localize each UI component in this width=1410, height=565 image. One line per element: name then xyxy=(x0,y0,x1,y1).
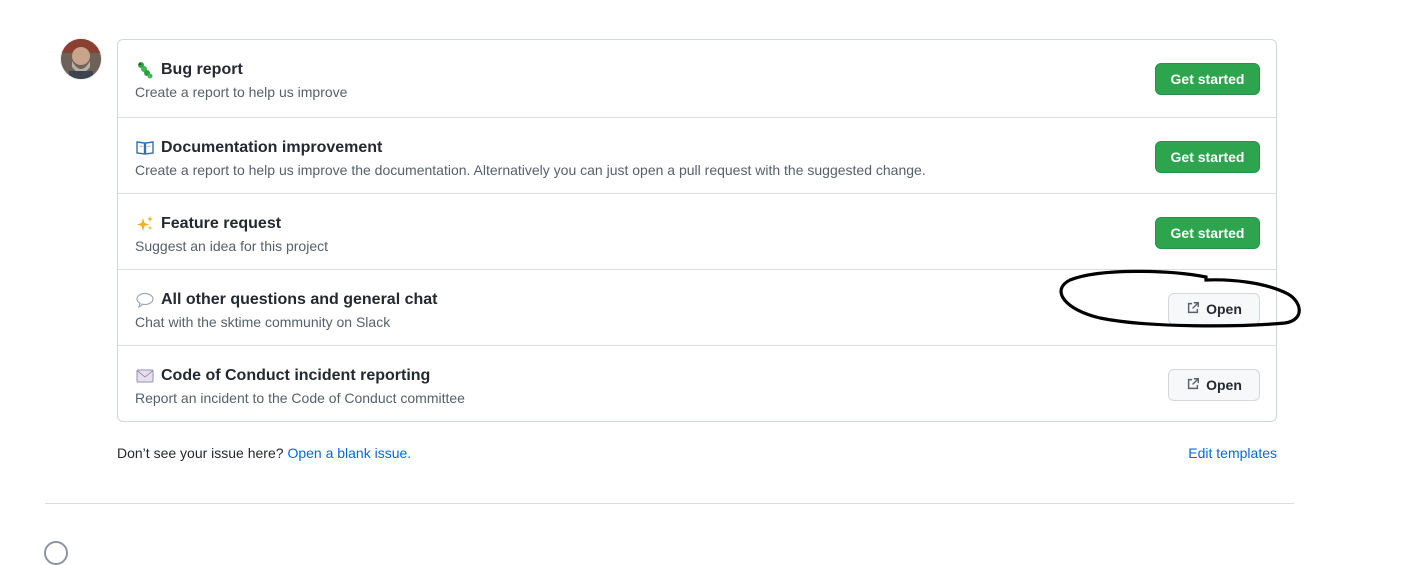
open-external-button[interactable]: Open xyxy=(1168,293,1260,325)
template-title: All other questions and general chat xyxy=(161,291,438,308)
open-button-label: Open xyxy=(1206,377,1242,393)
link-external-icon xyxy=(1186,377,1200,394)
template-title-wrap: Documentation improvement xyxy=(135,138,382,158)
user-avatar[interactable] xyxy=(61,39,101,79)
open-button-label: Open xyxy=(1206,301,1242,317)
issue-template-list: Bug report Create a report to help us im… xyxy=(117,39,1277,422)
edit-templates-link[interactable]: Edit templates xyxy=(1188,445,1277,461)
template-row-general-chat: All other questions and general chat Cha… xyxy=(118,269,1276,345)
template-description: Create a report to help us improve the d… xyxy=(135,162,926,178)
template-description: Create a report to help us improve xyxy=(135,84,348,100)
template-row-documentation: Documentation improvement Create a repor… xyxy=(118,117,1276,193)
template-title: Documentation improvement xyxy=(161,139,383,156)
template-title: Feature request xyxy=(161,215,282,232)
envelope-icon xyxy=(135,366,155,386)
get-started-button[interactable]: Get started xyxy=(1155,63,1260,95)
template-title: Bug report xyxy=(161,61,243,78)
sparkles-icon xyxy=(135,214,155,234)
template-description: Suggest an idea for this project xyxy=(135,238,329,254)
template-title: Code of Conduct incident reporting xyxy=(161,367,431,384)
template-title-wrap: All other questions and general chat xyxy=(135,290,438,310)
footer-prompt: Don’t see your issue here? Open a blank … xyxy=(117,445,411,461)
template-row-code-of-conduct: Code of Conduct incident reporting Repor… xyxy=(118,345,1276,421)
template-row-feature-request: Feature request Suggest an idea for this… xyxy=(118,193,1276,269)
get-started-button[interactable]: Get started xyxy=(1155,217,1260,249)
template-description: Chat with the sktime community on Slack xyxy=(135,314,391,330)
template-title-wrap: Feature request xyxy=(135,214,281,234)
template-title-wrap: Code of Conduct incident reporting xyxy=(135,366,430,386)
template-title-wrap: Bug report xyxy=(135,60,243,80)
open-book-icon xyxy=(135,138,155,158)
speech-bubble-icon xyxy=(135,290,155,310)
get-started-button[interactable]: Get started xyxy=(1155,141,1260,173)
open-blank-issue-link[interactable]: Open a blank issue. xyxy=(287,445,411,461)
open-external-button[interactable]: Open xyxy=(1168,369,1260,401)
footer-prompt-text: Don’t see your issue here? xyxy=(117,445,284,461)
template-description: Report an incident to the Code of Conduc… xyxy=(135,390,465,406)
caterpillar-icon xyxy=(135,60,155,80)
section-divider xyxy=(45,503,1294,504)
template-row-bug-report: Bug report Create a report to help us im… xyxy=(118,40,1276,117)
link-external-icon xyxy=(1186,301,1200,318)
comment-avatar xyxy=(44,541,68,565)
